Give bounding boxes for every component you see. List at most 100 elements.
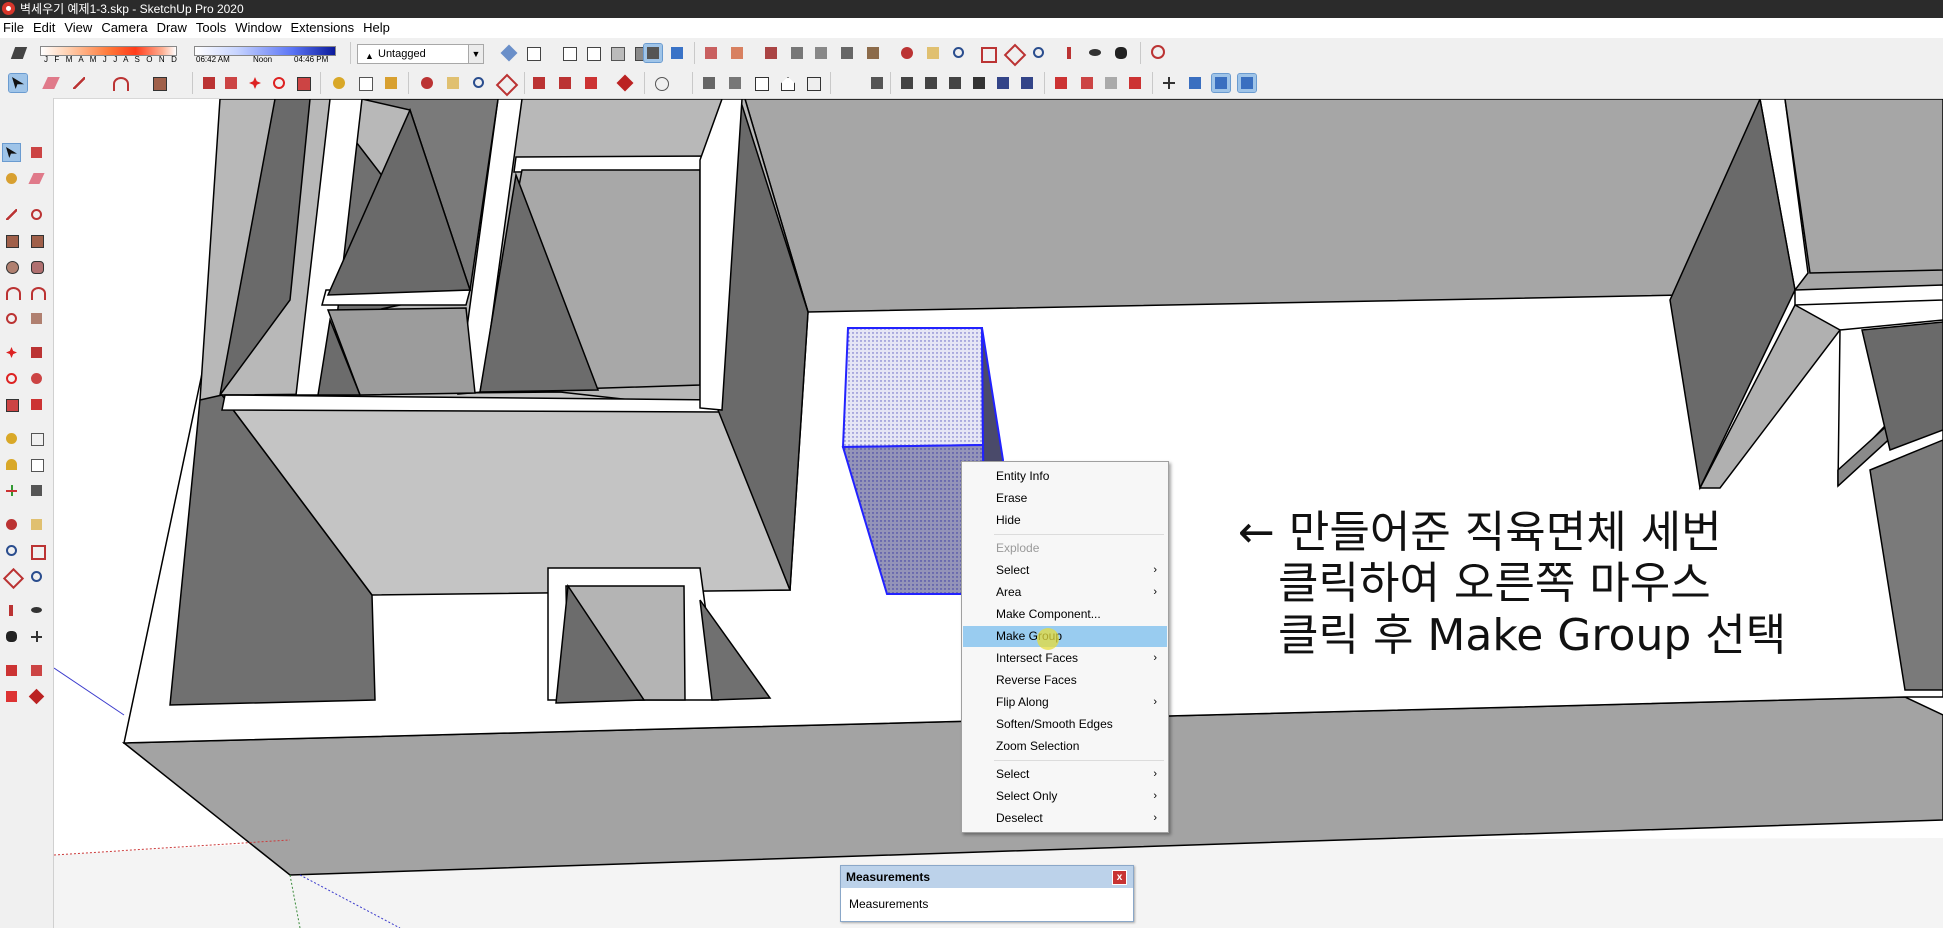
follow-me-left-icon[interactable]: [28, 370, 45, 387]
dimension-compass-icon[interactable]: [1150, 44, 1168, 62]
zoom-tool-icon[interactable]: [470, 74, 488, 92]
eraser-tool-icon[interactable]: [42, 74, 60, 92]
outer-shell-icon[interactable]: [898, 74, 916, 92]
menu-extensions[interactable]: Extensions: [287, 18, 359, 38]
scale-icon[interactable]: [3, 396, 20, 413]
zoom-extents-tool-icon[interactable]: [495, 73, 519, 97]
paint-icon[interactable]: [3, 170, 20, 187]
push-pull-icon[interactable]: [200, 74, 218, 92]
tag-select[interactable]: ▲ Untagged ▼: [357, 44, 484, 64]
rotate-icon[interactable]: [3, 370, 20, 387]
menu-item-intersect-faces[interactable]: Intersect Faces ›: [963, 648, 1167, 669]
extension-warehouse-icon[interactable]: [556, 74, 574, 92]
extension-manager-left-icon[interactable]: [28, 688, 45, 705]
hidden-line-icon[interactable]: [584, 44, 602, 62]
offset-icon[interactable]: [28, 396, 45, 413]
warehouse-get-icon[interactable]: [726, 74, 744, 92]
warehouse-icon[interactable]: [530, 74, 548, 92]
section-display-icon[interactable]: [728, 44, 746, 62]
push-pull-left-icon[interactable]: [28, 344, 45, 361]
chevron-down-icon[interactable]: ▼: [468, 45, 483, 63]
menu-camera[interactable]: Camera: [97, 18, 151, 38]
select-tool-icon[interactable]: [8, 73, 28, 93]
pie-icon[interactable]: [28, 310, 45, 327]
scale-tool-icon[interactable]: [294, 74, 312, 92]
pan-tool-icon[interactable]: [444, 74, 462, 92]
zoom-window-left-icon[interactable]: [28, 542, 46, 560]
previous-left-icon[interactable]: [28, 568, 45, 585]
protractor-icon[interactable]: [3, 456, 20, 473]
text-left-icon[interactable]: [28, 456, 45, 473]
menu-edit[interactable]: Edit: [29, 18, 59, 38]
layout-left-icon[interactable]: [3, 688, 20, 705]
menu-item-soften-smooth-edges[interactable]: Soften/Smooth Edges: [963, 714, 1167, 735]
eraser-left-icon[interactable]: [28, 170, 45, 187]
top-view-icon[interactable]: [788, 44, 806, 62]
line-icon[interactable]: [3, 206, 20, 223]
house-plan-icon[interactable]: [804, 74, 822, 92]
front-view-icon[interactable]: [812, 44, 830, 62]
axes-left-icon[interactable]: [3, 482, 20, 499]
walk-icon[interactable]: [1112, 44, 1130, 62]
polygon-icon[interactable]: [28, 258, 45, 275]
previous-view-icon[interactable]: [1030, 44, 1048, 62]
menu-item-flip-along[interactable]: Flip Along ›: [963, 692, 1167, 713]
style-extra-icon[interactable]: [668, 44, 686, 62]
freehand-icon[interactable]: [28, 206, 45, 223]
menu-tools[interactable]: Tools: [192, 18, 230, 38]
menu-item-reverse-faces[interactable]: Reverse Faces: [963, 670, 1167, 691]
extension-warehouse-left-icon[interactable]: [28, 662, 45, 679]
menu-item-entity-info[interactable]: Entity Info: [963, 466, 1167, 487]
orbit-tool-icon[interactable]: [418, 74, 436, 92]
menu-item-make-component[interactable]: Make Component...: [963, 604, 1167, 625]
subtract-icon[interactable]: [970, 74, 988, 92]
zoom-icon[interactable]: [950, 44, 968, 62]
rotated-rectangle-icon[interactable]: [28, 232, 45, 249]
dimension-icon[interactable]: [28, 430, 45, 447]
sandbox-icon[interactable]: [700, 74, 718, 92]
select-icon[interactable]: [2, 143, 21, 162]
house-outline-icon[interactable]: [778, 74, 796, 92]
face-style-xray-icon[interactable]: [500, 44, 518, 62]
look-around-icon[interactable]: [1086, 44, 1104, 62]
section-plane-left-icon[interactable]: [28, 628, 45, 645]
menu-item-hide[interactable]: Hide: [963, 510, 1167, 531]
menu-item-select-2[interactable]: Select ›: [963, 764, 1167, 785]
monochrome-icon[interactable]: [643, 43, 663, 63]
menu-draw[interactable]: Draw: [153, 18, 191, 38]
menu-item-area[interactable]: Area ›: [963, 582, 1167, 603]
zoom-window-icon[interactable]: [978, 44, 997, 63]
circle-icon[interactable]: [3, 258, 20, 275]
interact-icon[interactable]: [1126, 74, 1144, 92]
paint-bucket-icon[interactable]: [382, 74, 400, 92]
component-options-icon[interactable]: [1078, 74, 1096, 92]
menu-item-erase[interactable]: Erase: [963, 488, 1167, 509]
position-camera-left-icon[interactable]: [3, 602, 20, 619]
right-view-icon[interactable]: [838, 44, 856, 62]
component-attributes-icon[interactable]: [1102, 74, 1120, 92]
walk-left-icon[interactable]: [3, 628, 20, 645]
menu-help[interactable]: Help: [359, 18, 394, 38]
zoom-extents-icon[interactable]: [1003, 43, 1027, 67]
axes-icon[interactable]: [1160, 74, 1178, 92]
eraser-icon[interactable]: [10, 44, 28, 62]
zoom-extents-left-icon[interactable]: [2, 567, 25, 590]
look-around-left-icon[interactable]: [28, 602, 45, 619]
text-tool-icon[interactable]: [356, 74, 374, 92]
orbit-left-icon[interactable]: [3, 516, 20, 533]
orbit-icon[interactable]: [898, 44, 916, 62]
split-icon[interactable]: [1018, 74, 1036, 92]
three-point-arc-icon[interactable]: [3, 310, 20, 327]
solid-tools-icon[interactable]: [868, 74, 886, 92]
wireframe-icon[interactable]: [560, 44, 578, 62]
menu-view[interactable]: View: [60, 18, 96, 38]
rectangle-tool-icon[interactable]: [150, 74, 168, 92]
layout-send-icon[interactable]: [582, 74, 600, 92]
make-component-icon[interactable]: [28, 144, 45, 161]
close-icon[interactable]: x: [1112, 870, 1127, 885]
menu-item-zoom-selection[interactable]: Zoom Selection: [963, 736, 1167, 757]
two-point-arc-icon[interactable]: [28, 284, 46, 301]
move-tool-icon[interactable]: [246, 74, 264, 92]
extension-manager-icon[interactable]: [616, 74, 634, 92]
zoom-left-icon[interactable]: [3, 542, 20, 559]
